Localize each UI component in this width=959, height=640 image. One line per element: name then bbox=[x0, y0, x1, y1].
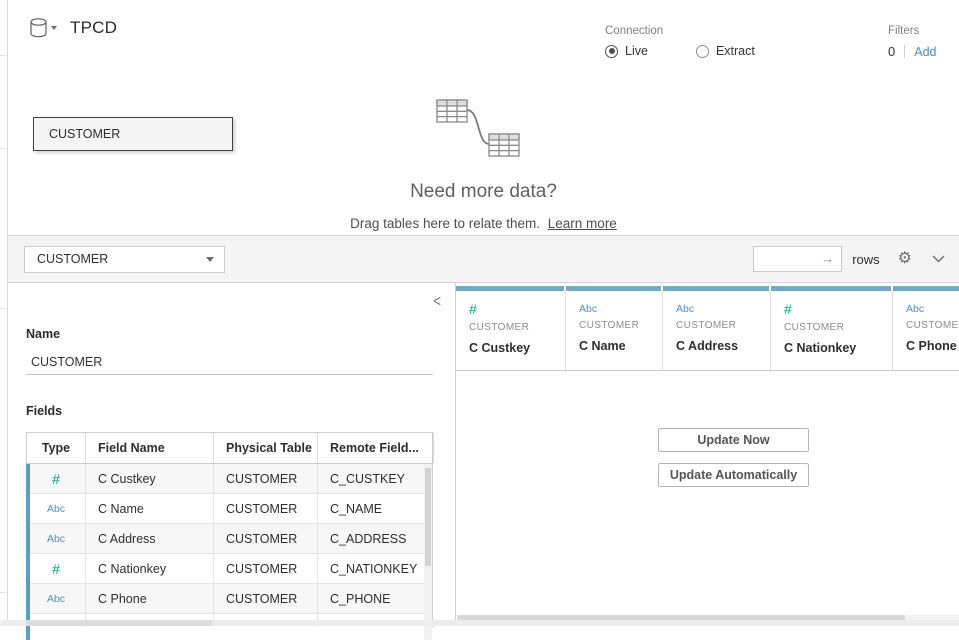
table-row[interactable]: # C Custkey CUSTOMER C_CUSTKEY bbox=[27, 464, 432, 494]
table-metadata-panel: < Name CUSTOMER Fields Type Field Name P… bbox=[8, 283, 455, 626]
number-type-icon: # bbox=[784, 301, 792, 317]
rows-limit-input[interactable] bbox=[754, 247, 841, 271]
name-input[interactable]: CUSTOMER bbox=[26, 349, 433, 375]
window-bottom-scrollbar[interactable] bbox=[0, 620, 959, 626]
fields-table-scrollbar[interactable] bbox=[424, 464, 432, 640]
table-details-toolbar: CUSTOMER → rows ⚙ bbox=[8, 236, 959, 283]
divider bbox=[0, 308, 6, 309]
table-row[interactable]: # C Nationkey CUSTOMER C_NATIONKEY bbox=[27, 554, 432, 584]
divider bbox=[0, 592, 6, 593]
collapse-panel-icon[interactable]: < bbox=[433, 291, 441, 311]
string-type-icon: Abc bbox=[47, 533, 65, 545]
filters-count: 0 bbox=[888, 44, 895, 59]
string-type-icon: Abc bbox=[579, 303, 597, 315]
column-header-remote-field[interactable]: Remote Field... bbox=[318, 433, 434, 463]
radio-live[interactable]: Live bbox=[605, 44, 648, 58]
collapsed-connections-pane[interactable] bbox=[0, 0, 8, 626]
data-preview-grid: # CUSTOMER C Custkey Abc CUSTOMER C Name… bbox=[455, 283, 959, 626]
fields-label: Fields bbox=[26, 404, 62, 418]
radio-extract-icon[interactable] bbox=[696, 45, 709, 58]
filters-add-link[interactable]: Add bbox=[914, 45, 936, 59]
relationship-canvas: TPCD Connection Live Extract Filters 0 A… bbox=[8, 0, 959, 236]
relate-tables-illustration-icon bbox=[436, 98, 528, 160]
rows-label: rows bbox=[852, 252, 879, 267]
gear-icon[interactable]: ⚙ bbox=[898, 251, 912, 267]
grid-column-header[interactable]: Abc CUSTOMER C Address bbox=[663, 286, 771, 370]
radio-live-icon[interactable] bbox=[605, 45, 618, 58]
divider bbox=[0, 55, 6, 56]
datasource-header: TPCD bbox=[30, 18, 117, 38]
radio-extract[interactable]: Extract bbox=[696, 44, 755, 58]
drag-tables-hint: Drag tables here to relate them. Learn m… bbox=[8, 216, 959, 231]
scrollbar-thumb[interactable] bbox=[425, 468, 431, 566]
string-type-icon: Abc bbox=[47, 593, 65, 605]
rows-limit-field[interactable]: → bbox=[753, 246, 842, 272]
update-now-button[interactable]: Update Now bbox=[658, 428, 809, 452]
filters-section: Filters 0 Add bbox=[888, 25, 936, 59]
table-row[interactable]: Abc C Name CUSTOMER C_NAME bbox=[27, 494, 432, 524]
divider bbox=[0, 148, 6, 149]
number-type-icon: # bbox=[52, 561, 60, 577]
learn-more-link[interactable]: Learn more bbox=[548, 216, 617, 231]
grid-column-header[interactable]: # CUSTOMER C Nationkey bbox=[771, 286, 893, 370]
logical-table-customer[interactable]: CUSTOMER bbox=[33, 117, 233, 151]
column-header-type[interactable]: Type bbox=[27, 433, 86, 463]
column-header-physical-table[interactable]: Physical Table bbox=[214, 433, 318, 463]
grid-column-header[interactable]: # CUSTOMER C Custkey bbox=[456, 286, 566, 370]
datasource-title: TPCD bbox=[70, 18, 117, 38]
table-select-dropdown[interactable]: CUSTOMER bbox=[24, 246, 225, 273]
chevron-down-icon[interactable] bbox=[932, 255, 945, 263]
filters-label: Filters bbox=[888, 25, 936, 37]
divider bbox=[904, 45, 905, 58]
name-label: Name bbox=[26, 327, 60, 341]
update-automatically-button[interactable]: Update Automatically bbox=[658, 463, 809, 487]
string-type-icon: Abc bbox=[906, 303, 924, 315]
chevron-down-icon bbox=[206, 257, 214, 262]
table-row[interactable]: Abc C Phone CUSTOMER C_PHONE bbox=[27, 584, 432, 614]
connection-section: Connection Live Extract bbox=[605, 25, 803, 58]
need-more-data-headline: Need more data? bbox=[8, 181, 959, 203]
fields-table-header: Type Field Name Physical Table Remote Fi… bbox=[27, 433, 432, 464]
selected-rows-accent-bar bbox=[26, 464, 30, 640]
number-type-icon: # bbox=[469, 301, 477, 317]
string-type-icon: Abc bbox=[676, 303, 694, 315]
scrollbar-thumb[interactable] bbox=[26, 620, 212, 626]
grid-column-header[interactable]: Abc CUSTOMER C Name bbox=[566, 286, 663, 370]
database-dropdown-caret-icon[interactable] bbox=[51, 26, 57, 30]
column-header-field-name[interactable]: Field Name bbox=[86, 433, 214, 463]
grid-header-row: # CUSTOMER C Custkey Abc CUSTOMER C Name… bbox=[456, 286, 959, 371]
connection-label: Connection bbox=[605, 25, 803, 37]
table-row[interactable]: Abc C Address CUSTOMER C_ADDRESS bbox=[27, 524, 432, 554]
string-type-icon: Abc bbox=[47, 503, 65, 515]
fields-table: Type Field Name Physical Table Remote Fi… bbox=[26, 432, 433, 627]
number-type-icon: # bbox=[52, 471, 60, 487]
database-icon[interactable] bbox=[30, 18, 47, 38]
grid-column-header[interactable]: Abc CUSTOMER C Phone bbox=[893, 286, 959, 370]
